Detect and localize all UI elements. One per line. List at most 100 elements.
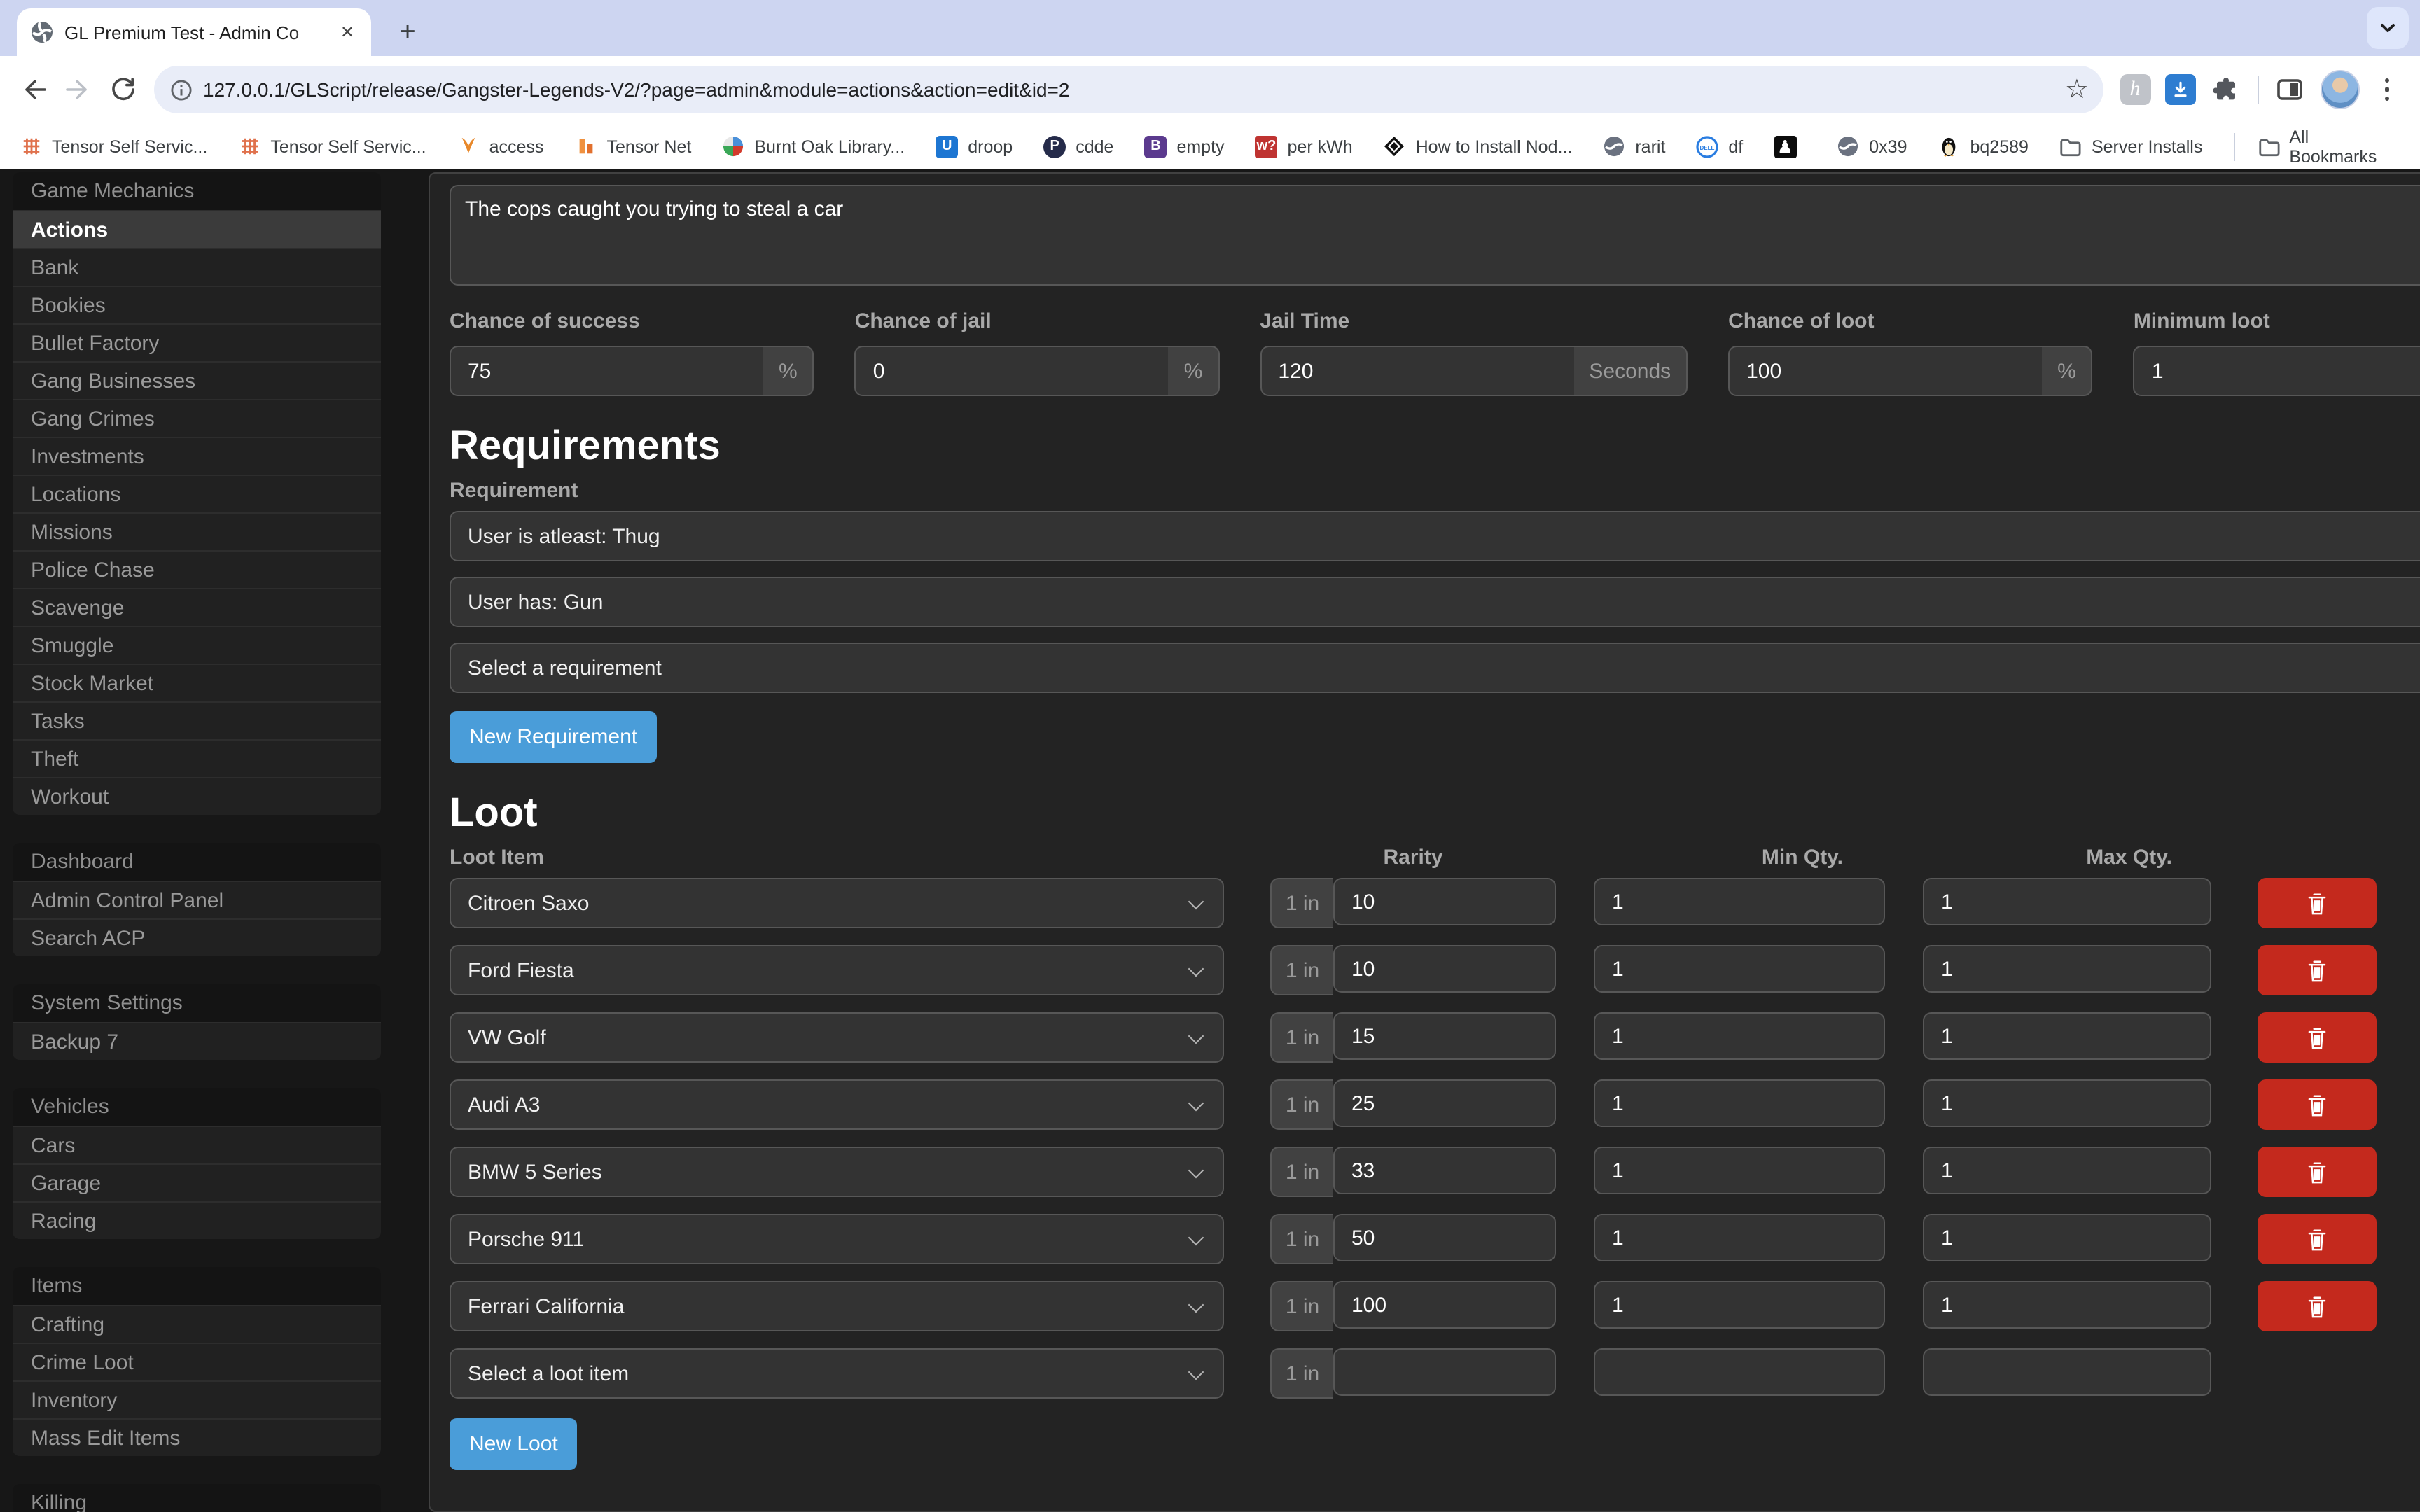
bookmark-item[interactable]: Tensor Self Servic... (20, 135, 207, 158)
delete-loot-button[interactable] (2258, 1079, 2377, 1130)
sidebar-item-missions[interactable]: Missions (13, 512, 381, 550)
min-qty-input[interactable] (1594, 1214, 1885, 1261)
all-bookmarks[interactable]: All Bookmarks (2233, 127, 2400, 166)
bookmark-item[interactable]: P cdde (1043, 135, 1113, 158)
sidebar-item-crafting[interactable]: Crafting (13, 1305, 381, 1343)
chance-of-loot-input[interactable] (1728, 346, 2042, 396)
new-requirement-button[interactable]: New Requirement (450, 711, 657, 763)
bookmark-item[interactable]: How to Install Nod... (1384, 135, 1573, 158)
sidebar-item-stock-market[interactable]: Stock Market (13, 664, 381, 701)
sidebar-item-crime-loot[interactable]: Crime Loot (13, 1343, 381, 1380)
sidebar-item-bank[interactable]: Bank (13, 248, 381, 286)
requirement-select[interactable]: User has: Gun (450, 577, 2420, 627)
min-qty-input[interactable] (1594, 1147, 1885, 1194)
side-panel-icon[interactable] (2272, 73, 2306, 106)
sidebar-item-workout[interactable]: Workout (13, 777, 381, 815)
requirement-select[interactable]: User is atleast: Thug (450, 511, 2420, 561)
rarity-input[interactable] (1333, 1214, 1556, 1261)
forward-button[interactable] (56, 67, 101, 112)
min-qty-input[interactable] (1594, 878, 1885, 925)
sidebar-item-garage[interactable]: Garage (13, 1163, 381, 1201)
bookmark-item[interactable]: Server Installs (2059, 135, 2202, 158)
max-qty-input[interactable] (1923, 1348, 2211, 1396)
profile-avatar[interactable] (2320, 70, 2359, 109)
loot-item-select[interactable]: Citroen Saxo (450, 878, 1224, 928)
url-text[interactable]: 127.0.0.1/GLScript/release/Gangster-Lege… (203, 78, 2065, 101)
bookmark-item[interactable]: ♟ (1774, 135, 1806, 158)
sidebar-item-locations[interactable]: Locations (13, 475, 381, 512)
rarity-input[interactable] (1333, 878, 1556, 925)
sidebar-item-police-chase[interactable]: Police Chase (13, 550, 381, 588)
sidebar-item-gang-crimes[interactable]: Gang Crimes (13, 399, 381, 437)
sidebar-item-mass-edit-items[interactable]: Mass Edit Items (13, 1418, 381, 1456)
delete-loot-button[interactable] (2258, 1012, 2377, 1063)
min-qty-input[interactable] (1594, 1348, 1885, 1396)
sidebar-item-search-acp[interactable]: Search ACP (13, 918, 381, 956)
rarity-input[interactable] (1333, 1079, 1556, 1127)
tab-search-chevron-icon[interactable] (2367, 7, 2409, 49)
sidebar-item-actions[interactable]: Actions (13, 210, 381, 248)
loot-item-select[interactable]: Ferrari California (450, 1281, 1224, 1331)
sidebar-item-gang-businesses[interactable]: Gang Businesses (13, 361, 381, 399)
tab-close-icon[interactable]: ✕ (335, 20, 360, 45)
rarity-input[interactable] (1333, 945, 1556, 993)
new-tab-button[interactable]: + (388, 13, 427, 52)
reload-button[interactable] (101, 67, 146, 112)
bookmark-item[interactable]: bq2589 (1938, 135, 2029, 158)
min-qty-input[interactable] (1594, 1012, 1885, 1060)
rarity-input[interactable] (1333, 1012, 1556, 1060)
chance-of-success-input[interactable] (450, 346, 763, 396)
min-qty-input[interactable] (1594, 945, 1885, 993)
bookmark-item[interactable]: 0x39 (1837, 135, 1907, 158)
bookmark-item[interactable]: access (457, 135, 544, 158)
rarity-input[interactable] (1333, 1281, 1556, 1329)
bookmark-item[interactable]: DELL df (1696, 135, 1743, 158)
browser-tab[interactable]: GL Premium Test - Admin Co ✕ (17, 8, 371, 56)
rarity-input[interactable] (1333, 1147, 1556, 1194)
bookmark-star-icon[interactable]: ☆ (2065, 76, 2089, 103)
max-qty-input[interactable] (1923, 1214, 2211, 1261)
sidebar-item-backup-7[interactable]: Backup 7 (13, 1022, 381, 1060)
bookmark-item[interactable]: B empty (1144, 135, 1224, 158)
minimum-loot-input[interactable] (2134, 346, 2420, 396)
action-description-textarea[interactable]: The cops caught you trying to steal a ca… (450, 185, 2420, 286)
delete-loot-button[interactable] (2258, 1214, 2377, 1264)
bookmark-item[interactable]: Tensor Self Servic... (238, 135, 426, 158)
back-button[interactable] (11, 67, 56, 112)
loot-item-select[interactable]: VW Golf (450, 1012, 1224, 1063)
max-qty-input[interactable] (1923, 1281, 2211, 1329)
max-qty-input[interactable] (1923, 878, 2211, 925)
sidebar-item-racing[interactable]: Racing (13, 1201, 381, 1239)
loot-item-select[interactable]: BMW 5 Series (450, 1147, 1224, 1197)
sidebar-item-scavenge[interactable]: Scavenge (13, 588, 381, 626)
chance-of-jail-input[interactable] (855, 346, 1169, 396)
browser-menu-icon[interactable] (2373, 78, 2400, 102)
new-requirement-select[interactable]: Select a requirement (450, 643, 2420, 693)
download-extension-icon[interactable] (2164, 74, 2195, 105)
new-loot-item-select[interactable]: Select a loot item (450, 1348, 1224, 1399)
url-bar[interactable]: 127.0.0.1/GLScript/release/Gangster-Lege… (154, 66, 2103, 113)
bookmark-item[interactable]: Tensor Net (574, 135, 691, 158)
min-qty-input[interactable] (1594, 1079, 1885, 1127)
bookmark-item[interactable]: U droop (936, 135, 1013, 158)
loot-item-select[interactable]: Ford Fiesta (450, 945, 1224, 995)
loot-item-select[interactable]: Audi A3 (450, 1079, 1224, 1130)
min-qty-input[interactable] (1594, 1281, 1885, 1329)
extensions-puzzle-icon[interactable] (2209, 73, 2243, 106)
bookmark-item[interactable]: w? per kWh (1256, 135, 1353, 158)
rarity-input[interactable] (1333, 1348, 1556, 1396)
sidebar-item-bullet-factory[interactable]: Bullet Factory (13, 323, 381, 361)
sidebar-item-cars[interactable]: Cars (13, 1126, 381, 1163)
max-qty-input[interactable] (1923, 1012, 2211, 1060)
h-extension-icon[interactable]: h (2120, 74, 2150, 105)
sidebar-item-investments[interactable]: Investments (13, 437, 381, 475)
delete-loot-button[interactable] (2258, 878, 2377, 928)
bookmark-item[interactable]: Burnt Oak Library... (722, 135, 905, 158)
max-qty-input[interactable] (1923, 1147, 2211, 1194)
sidebar-item-tasks[interactable]: Tasks (13, 701, 381, 739)
max-qty-input[interactable] (1923, 1079, 2211, 1127)
bookmark-item[interactable]: rarit (1603, 135, 1665, 158)
sidebar-item-inventory[interactable]: Inventory (13, 1380, 381, 1418)
sidebar-item-admin-control-panel[interactable]: Admin Control Panel (13, 881, 381, 918)
delete-loot-button[interactable] (2258, 945, 2377, 995)
